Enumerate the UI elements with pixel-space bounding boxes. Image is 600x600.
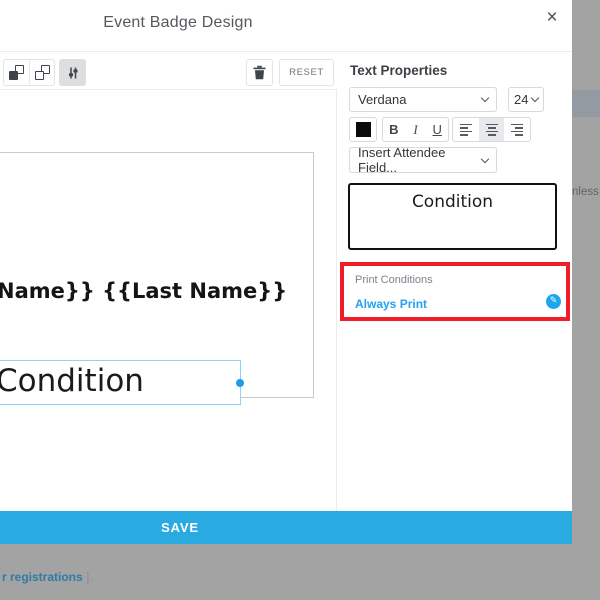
dialog-header: Event Badge Design × [0,0,572,52]
panel-heading: Text Properties [350,63,447,78]
font-size-value: 24 [514,92,528,107]
chevron-down-icon [531,94,539,102]
delete-element-button[interactable] [246,59,273,86]
background-bottom-text: r registrations ]. [2,570,93,584]
bold-button[interactable]: B [383,118,405,141]
font-color-button[interactable] [349,117,377,142]
text-properties-panel: Text Properties Verdana 24 B I U [337,53,572,511]
bring-forward-button[interactable] [4,60,29,85]
properties-toggle-button[interactable] [59,59,86,86]
trash-icon [253,65,266,80]
selected-text-element[interactable]: Condition [0,360,241,405]
background-bottom-suffix-text: ]. [86,570,93,584]
font-family-select[interactable]: Verdana [349,87,497,112]
text-preview-box: Condition [348,183,557,250]
canvas-toolbar: RESET [0,53,337,90]
insert-attendee-field-select[interactable]: Insert Attendee Field... [349,147,497,173]
align-left-button[interactable] [453,118,479,141]
text-style-group: B I U [382,117,449,142]
chevron-down-icon [481,94,489,102]
bring-forward-icon [9,65,24,80]
underline-button[interactable]: U [426,118,448,141]
background-registrations-link: r registrations [2,570,83,584]
text-align-group [452,117,531,142]
align-right-button[interactable] [504,118,530,141]
badge-artboard[interactable]: Name}} {{Last Name}} Condition [0,152,314,398]
resize-handle[interactable] [236,379,244,387]
badge-canvas[interactable]: Name}} {{Last Name}} Condition [0,90,337,511]
badge-name-field[interactable]: Name}} {{Last Name}} [0,279,287,303]
layer-button-group [3,59,55,86]
selected-text-content[interactable]: Condition [0,363,144,399]
italic-button[interactable]: I [405,118,427,141]
align-center-icon [486,124,498,136]
background-band [572,90,600,117]
save-button-label: SAVE [0,511,360,544]
print-condition-link[interactable]: Always Print [355,297,427,311]
send-backward-icon [35,65,50,80]
font-size-select[interactable]: 24 [508,87,544,112]
print-conditions-label: Print Conditions [355,274,433,286]
send-backward-button[interactable] [29,60,54,85]
align-center-button[interactable] [479,118,505,141]
color-swatch [356,122,371,137]
sliders-icon [65,65,81,81]
align-left-icon [460,124,472,136]
font-family-value: Verdana [358,92,406,107]
print-conditions-highlight: Print Conditions Always Print ✎ [340,262,570,321]
save-button[interactable]: SAVE [0,511,572,544]
event-badge-design-dialog: Event Badge Design × [0,0,572,544]
insert-field-label: Insert Attendee Field... [358,145,482,175]
close-icon[interactable]: × [540,6,564,30]
background-text-fragment: nless [572,186,600,198]
screen: nless r registrations ]. Event Badge Des… [0,0,600,600]
edit-condition-icon[interactable]: ✎ [546,294,561,309]
reset-button[interactable]: RESET [279,59,334,86]
align-right-icon [511,124,523,136]
dialog-title: Event Badge Design [0,14,356,32]
preview-text: Condition [350,192,555,212]
